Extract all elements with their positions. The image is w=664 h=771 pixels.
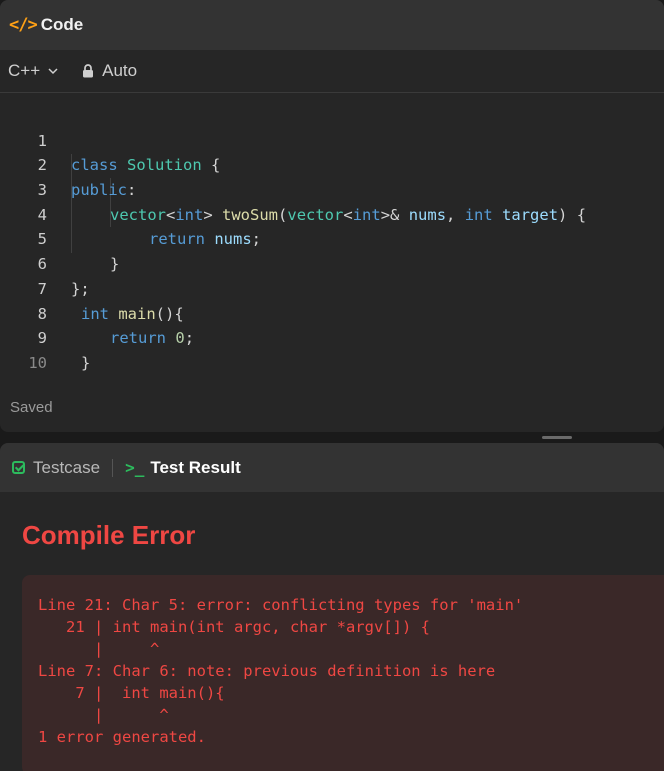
chevron-down-icon — [48, 68, 58, 75]
error-output: Line 21: Char 5: error: conflicting type… — [22, 575, 664, 771]
line-number: 10 — [28, 353, 47, 372]
code-panel-header: </> Code — [0, 0, 664, 50]
code-line: 6 }; — [0, 227, 664, 298]
result-status-title: Compile Error — [22, 520, 196, 550]
result-tabs: Testcase >_ Test Result — [0, 443, 664, 492]
code-brackets-icon: </> — [9, 15, 38, 35]
code-line: 8 return 0; — [0, 277, 664, 348]
error-line: | ^ — [38, 706, 169, 724]
code-line: 4 return nums; — [0, 178, 664, 249]
code-line: 9 } — [0, 302, 664, 372]
terminal-icon: >_ — [125, 458, 145, 477]
code-panel: </> Code C++ Auto 1 class Solution { 2 p — [0, 0, 664, 432]
code-line: 1 class Solution { — [0, 104, 664, 175]
code-line: 3 vector<int> twoSum(vector<int>& nums, … — [0, 153, 664, 224]
error-line: Line 21: Char 5: error: conflicting type… — [38, 596, 524, 614]
tab-divider — [112, 458, 114, 477]
lock-icon — [83, 64, 94, 78]
editor-toolbar: C++ Auto — [0, 50, 664, 93]
code-panel-title: Code — [40, 15, 84, 34]
error-line: 1 error generated. — [38, 728, 206, 746]
language-label: C++ — [8, 61, 41, 80]
auto-mode-label: Auto — [102, 61, 138, 80]
language-select[interactable]: C++ — [8, 61, 58, 81]
panel-resize-handle[interactable] — [542, 436, 572, 439]
code-line: 2 public: — [0, 129, 664, 199]
result-panel: Testcase >_ Test Result Compile Error Li… — [0, 443, 664, 771]
tab-test-result[interactable]: >_ Test Result — [125, 458, 241, 478]
error-line: | ^ — [38, 640, 160, 658]
code-line: 10 — [0, 326, 664, 372]
tab-testcase-label: Testcase — [33, 457, 101, 477]
code-line: 7 int main(){ — [0, 252, 664, 323]
error-line: Line 7: Char 6: note: previous definitio… — [38, 662, 496, 680]
tab-testcase[interactable]: Testcase — [12, 458, 100, 478]
code-line: 5 } — [0, 203, 664, 273]
tab-test-result-label: Test Result — [150, 457, 241, 477]
error-line: 21 | int main(int argc, char *argv[]) { — [38, 618, 430, 636]
save-status: Saved — [10, 399, 53, 416]
code-editor[interactable]: 1 class Solution { 2 public: 3 vector<in… — [0, 104, 664, 372]
checkbox-icon — [12, 461, 25, 474]
auto-mode-toggle[interactable]: Auto — [82, 61, 137, 81]
error-line: 7 | int main(){ — [38, 684, 225, 702]
